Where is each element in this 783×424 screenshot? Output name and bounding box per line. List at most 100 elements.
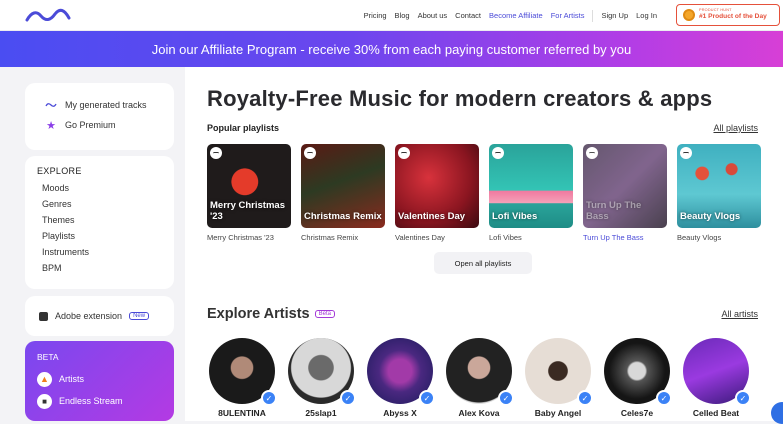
logo-icon: [492, 147, 504, 159]
playlist-caption: Lofi Vibes: [489, 233, 522, 242]
avatar: ✓: [367, 338, 435, 406]
nav-link-blog[interactable]: Blog: [395, 11, 410, 20]
product-hunt-award: #1 Product of the Day: [699, 13, 767, 21]
artist-card[interactable]: ✓ Baby Angel: [525, 338, 593, 418]
artist-card[interactable]: ✓ Alex Kova: [446, 338, 514, 418]
sidebar-item-artists[interactable]: ▲ Artists: [37, 368, 174, 390]
playlist-cover-title: Lofi Vibes: [492, 210, 538, 222]
playlist-cover: Valentines Day: [395, 144, 479, 228]
playlist-cover-title: Christmas Remix: [304, 210, 382, 222]
sidebar-item-label: Endless Stream: [59, 396, 123, 406]
artist-name: 25slap1: [305, 408, 337, 418]
top-nav: Pricing Blog About us Contact Become Aff…: [0, 0, 783, 31]
sidebar-item-genres[interactable]: Genres: [37, 199, 174, 215]
nav-link-become-affiliate[interactable]: Become Affiliate: [489, 11, 543, 20]
sidebar-item-endless-stream[interactable]: ■ Endless Stream: [37, 390, 174, 412]
sign-up-link[interactable]: Sign Up: [601, 11, 628, 20]
sidebar-item-instruments[interactable]: Instruments: [37, 247, 174, 263]
log-in-link[interactable]: Log In: [636, 11, 657, 20]
all-playlists-link[interactable]: All playlists: [713, 123, 758, 133]
playlist-caption: Valentines Day: [395, 233, 445, 242]
logo-icon: [210, 147, 222, 159]
avatar: ✓: [604, 338, 672, 406]
playlist-caption: Beauty Vlogs: [677, 233, 722, 242]
verified-icon: ✓: [577, 390, 593, 406]
playlist-card[interactable]: Valentines Day Valentines Day: [395, 144, 479, 242]
sidebar-item-label: My generated tracks: [65, 100, 147, 110]
verified-icon: ✓: [656, 390, 672, 406]
affiliate-banner-text: Join our Affiliate Program - receive 30%…: [151, 41, 632, 57]
explore-heading: EXPLORE: [37, 166, 82, 176]
medal-icon: [683, 9, 695, 21]
verified-icon: ✓: [735, 390, 751, 406]
all-artists-link[interactable]: All artists: [721, 309, 758, 319]
adobe-icon: [39, 311, 48, 321]
sidebar-user-card: My generated tracks ★ Go Premium: [25, 83, 174, 150]
avatar: ✓: [446, 338, 514, 406]
playlist-cover-title: Merry Christmas '23: [210, 200, 285, 222]
artist-name: Alex Kova: [458, 408, 500, 418]
logo-icon[interactable]: [25, 6, 71, 24]
artist-card[interactable]: ✓ Celes7e: [604, 338, 672, 418]
playlist-cover: Turn Up The Bass: [583, 144, 667, 228]
artist-name: 8ULENTINA: [218, 408, 266, 418]
explore-artists-title: Explore Artists: [207, 306, 310, 322]
playlist-card[interactable]: Beauty Vlogs Beauty Vlogs: [677, 144, 761, 242]
sidebar-item-playlists[interactable]: Playlists: [37, 231, 174, 247]
playlist-card[interactable]: Turn Up The Bass Turn Up The Bass: [583, 144, 667, 242]
nav-link-contact[interactable]: Contact: [455, 11, 481, 20]
page-title: Royalty-Free Music for modern creators &…: [207, 86, 713, 111]
artist-name: Abyss X: [383, 408, 417, 418]
avatar: ✓: [683, 338, 751, 406]
popular-playlists-heading: Popular playlists: [207, 123, 280, 133]
sidebar-beta-card: BETA ▲ Artists ■ Endless Stream: [25, 341, 174, 421]
nav-links: Pricing Blog About us Contact Become Aff…: [364, 0, 657, 31]
playlist-carousel: Merry Christmas '23 Merry Christmas '23 …: [207, 144, 761, 242]
adobe-extension-label: Adobe extension: [55, 311, 123, 321]
nav-link-for-artists[interactable]: For Artists: [551, 11, 585, 20]
product-hunt-badge[interactable]: PRODUCT HUNT #1 Product of the Day: [676, 4, 780, 26]
sidebar-item-bpm[interactable]: BPM: [37, 263, 174, 279]
playlist-cover-title: Turn Up The Bass: [586, 200, 642, 222]
playlist-cover: Beauty Vlogs: [677, 144, 761, 228]
playlist-caption: Turn Up The Bass: [583, 233, 644, 242]
sidebar-item-generated-tracks[interactable]: My generated tracks: [25, 95, 174, 115]
artist-name: Celled Beat: [692, 408, 740, 418]
artist-card[interactable]: ✓ Abyss X: [367, 338, 435, 418]
playlist-card[interactable]: Christmas Remix Christmas Remix: [301, 144, 385, 242]
nav-link-about[interactable]: About us: [418, 11, 448, 20]
beta-badge: Beta: [314, 310, 335, 318]
main-content: Royalty-Free Music for modern creators &…: [185, 67, 783, 424]
nav-link-pricing[interactable]: Pricing: [364, 11, 387, 20]
sidebar-item-label: Artists: [59, 374, 85, 384]
logo-icon: [304, 147, 316, 159]
artist-card[interactable]: ✓ 8ULENTINA: [209, 338, 277, 418]
verified-icon: ✓: [261, 390, 277, 406]
logo-icon: [398, 147, 410, 159]
sidebar-item-moods[interactable]: Moods: [37, 183, 174, 199]
playlist-caption: Merry Christmas '23: [207, 233, 274, 242]
sidebar-item-go-premium[interactable]: ★ Go Premium: [25, 115, 174, 135]
verified-icon: ✓: [498, 390, 514, 406]
artist-card[interactable]: ✓ 25slap1: [288, 338, 356, 418]
affiliate-banner[interactable]: Join our Affiliate Program - receive 30%…: [0, 31, 783, 67]
product-hunt-text: PRODUCT HUNT #1 Product of the Day: [699, 8, 767, 21]
radio-icon: ■: [37, 393, 52, 409]
star-icon: ★: [46, 119, 56, 132]
fire-icon: ▲: [37, 371, 52, 387]
open-all-playlists-button[interactable]: Open all playlists: [434, 252, 532, 274]
playlist-cover: Christmas Remix: [301, 144, 385, 228]
verified-icon: ✓: [340, 390, 356, 406]
playlist-card[interactable]: Lofi Vibes Lofi Vibes: [489, 144, 573, 242]
logo-icon: [680, 147, 692, 159]
artist-carousel: ✓ 8ULENTINA ✓ 25slap1 ✓ Abyss X ✓ Alex K…: [209, 338, 751, 418]
explore-artists-heading: Explore Artists Beta: [207, 306, 335, 322]
artist-card[interactable]: ✓ Celled Beat: [683, 338, 751, 418]
logo-icon: [586, 147, 598, 159]
adobe-extension-card[interactable]: Adobe extension New: [25, 296, 174, 336]
sidebar-item-themes[interactable]: Themes: [37, 215, 174, 231]
verified-icon: ✓: [419, 390, 435, 406]
playlist-card[interactable]: Merry Christmas '23 Merry Christmas '23: [207, 144, 291, 242]
new-badge: New: [129, 312, 150, 320]
sidebar-item-label: Go Premium: [65, 120, 116, 130]
